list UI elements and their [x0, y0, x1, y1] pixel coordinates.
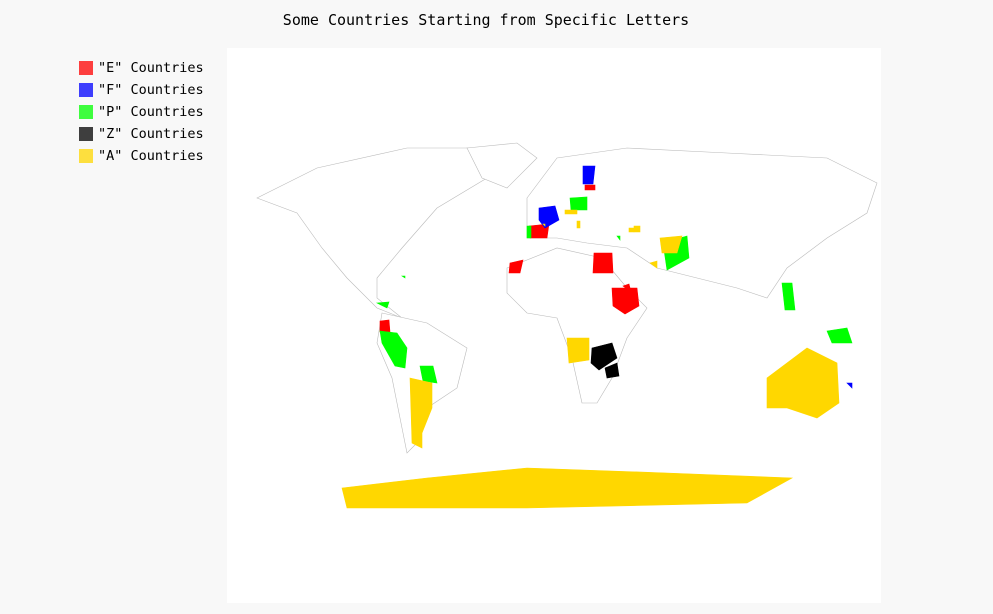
legend-item[interactable]: "F" Countries — [79, 79, 204, 101]
country-am[interactable] — [628, 227, 635, 233]
country-ec[interactable] — [379, 319, 391, 333]
country-fj[interactable] — [846, 382, 853, 389]
legend-swatch — [79, 83, 93, 97]
legend-label: "A" Countries — [98, 148, 204, 164]
legend-swatch — [79, 127, 93, 141]
country-al[interactable] — [576, 220, 581, 229]
map-plot-area — [227, 48, 881, 603]
country-eg[interactable] — [592, 252, 614, 274]
country-au[interactable] — [766, 347, 840, 419]
country-pg[interactable] — [826, 327, 853, 344]
country-pl[interactable] — [569, 196, 588, 211]
legend-swatch — [79, 105, 93, 119]
legend-swatch — [79, 149, 93, 163]
country-aq[interactable] — [341, 467, 794, 509]
legend-item[interactable]: "P" Countries — [79, 101, 204, 123]
landmass-north-america — [256, 147, 518, 319]
legend: "E" Countries "F" Countries "P" Countries "… — [79, 57, 204, 167]
legend-item[interactable]: "Z" Countries — [79, 123, 204, 145]
landmass-africa — [506, 247, 648, 404]
country-pr[interactable] — [401, 275, 406, 279]
chart-title: Some Countries Starting from Specific Le… — [282, 11, 690, 29]
legend-label: "Z" Countries — [98, 126, 204, 142]
legend-swatch — [79, 61, 93, 75]
world-map — [256, 142, 878, 509]
country-pt[interactable] — [526, 225, 532, 239]
legend-item[interactable]: "A" Countries — [79, 145, 204, 167]
country-az[interactable] — [633, 225, 641, 233]
country-ee[interactable] — [584, 184, 596, 191]
country-ao[interactable] — [566, 337, 590, 364]
legend-label: "P" Countries — [98, 104, 204, 120]
country-fi[interactable] — [582, 165, 596, 185]
legend-label: "E" Countries — [98, 60, 204, 76]
country-at[interactable] — [564, 209, 578, 215]
country-ar[interactable] — [409, 377, 433, 449]
legend-item[interactable]: "E" Countries — [79, 57, 204, 79]
country-ph[interactable] — [781, 282, 796, 311]
legend-label: "F" Countries — [98, 82, 204, 98]
